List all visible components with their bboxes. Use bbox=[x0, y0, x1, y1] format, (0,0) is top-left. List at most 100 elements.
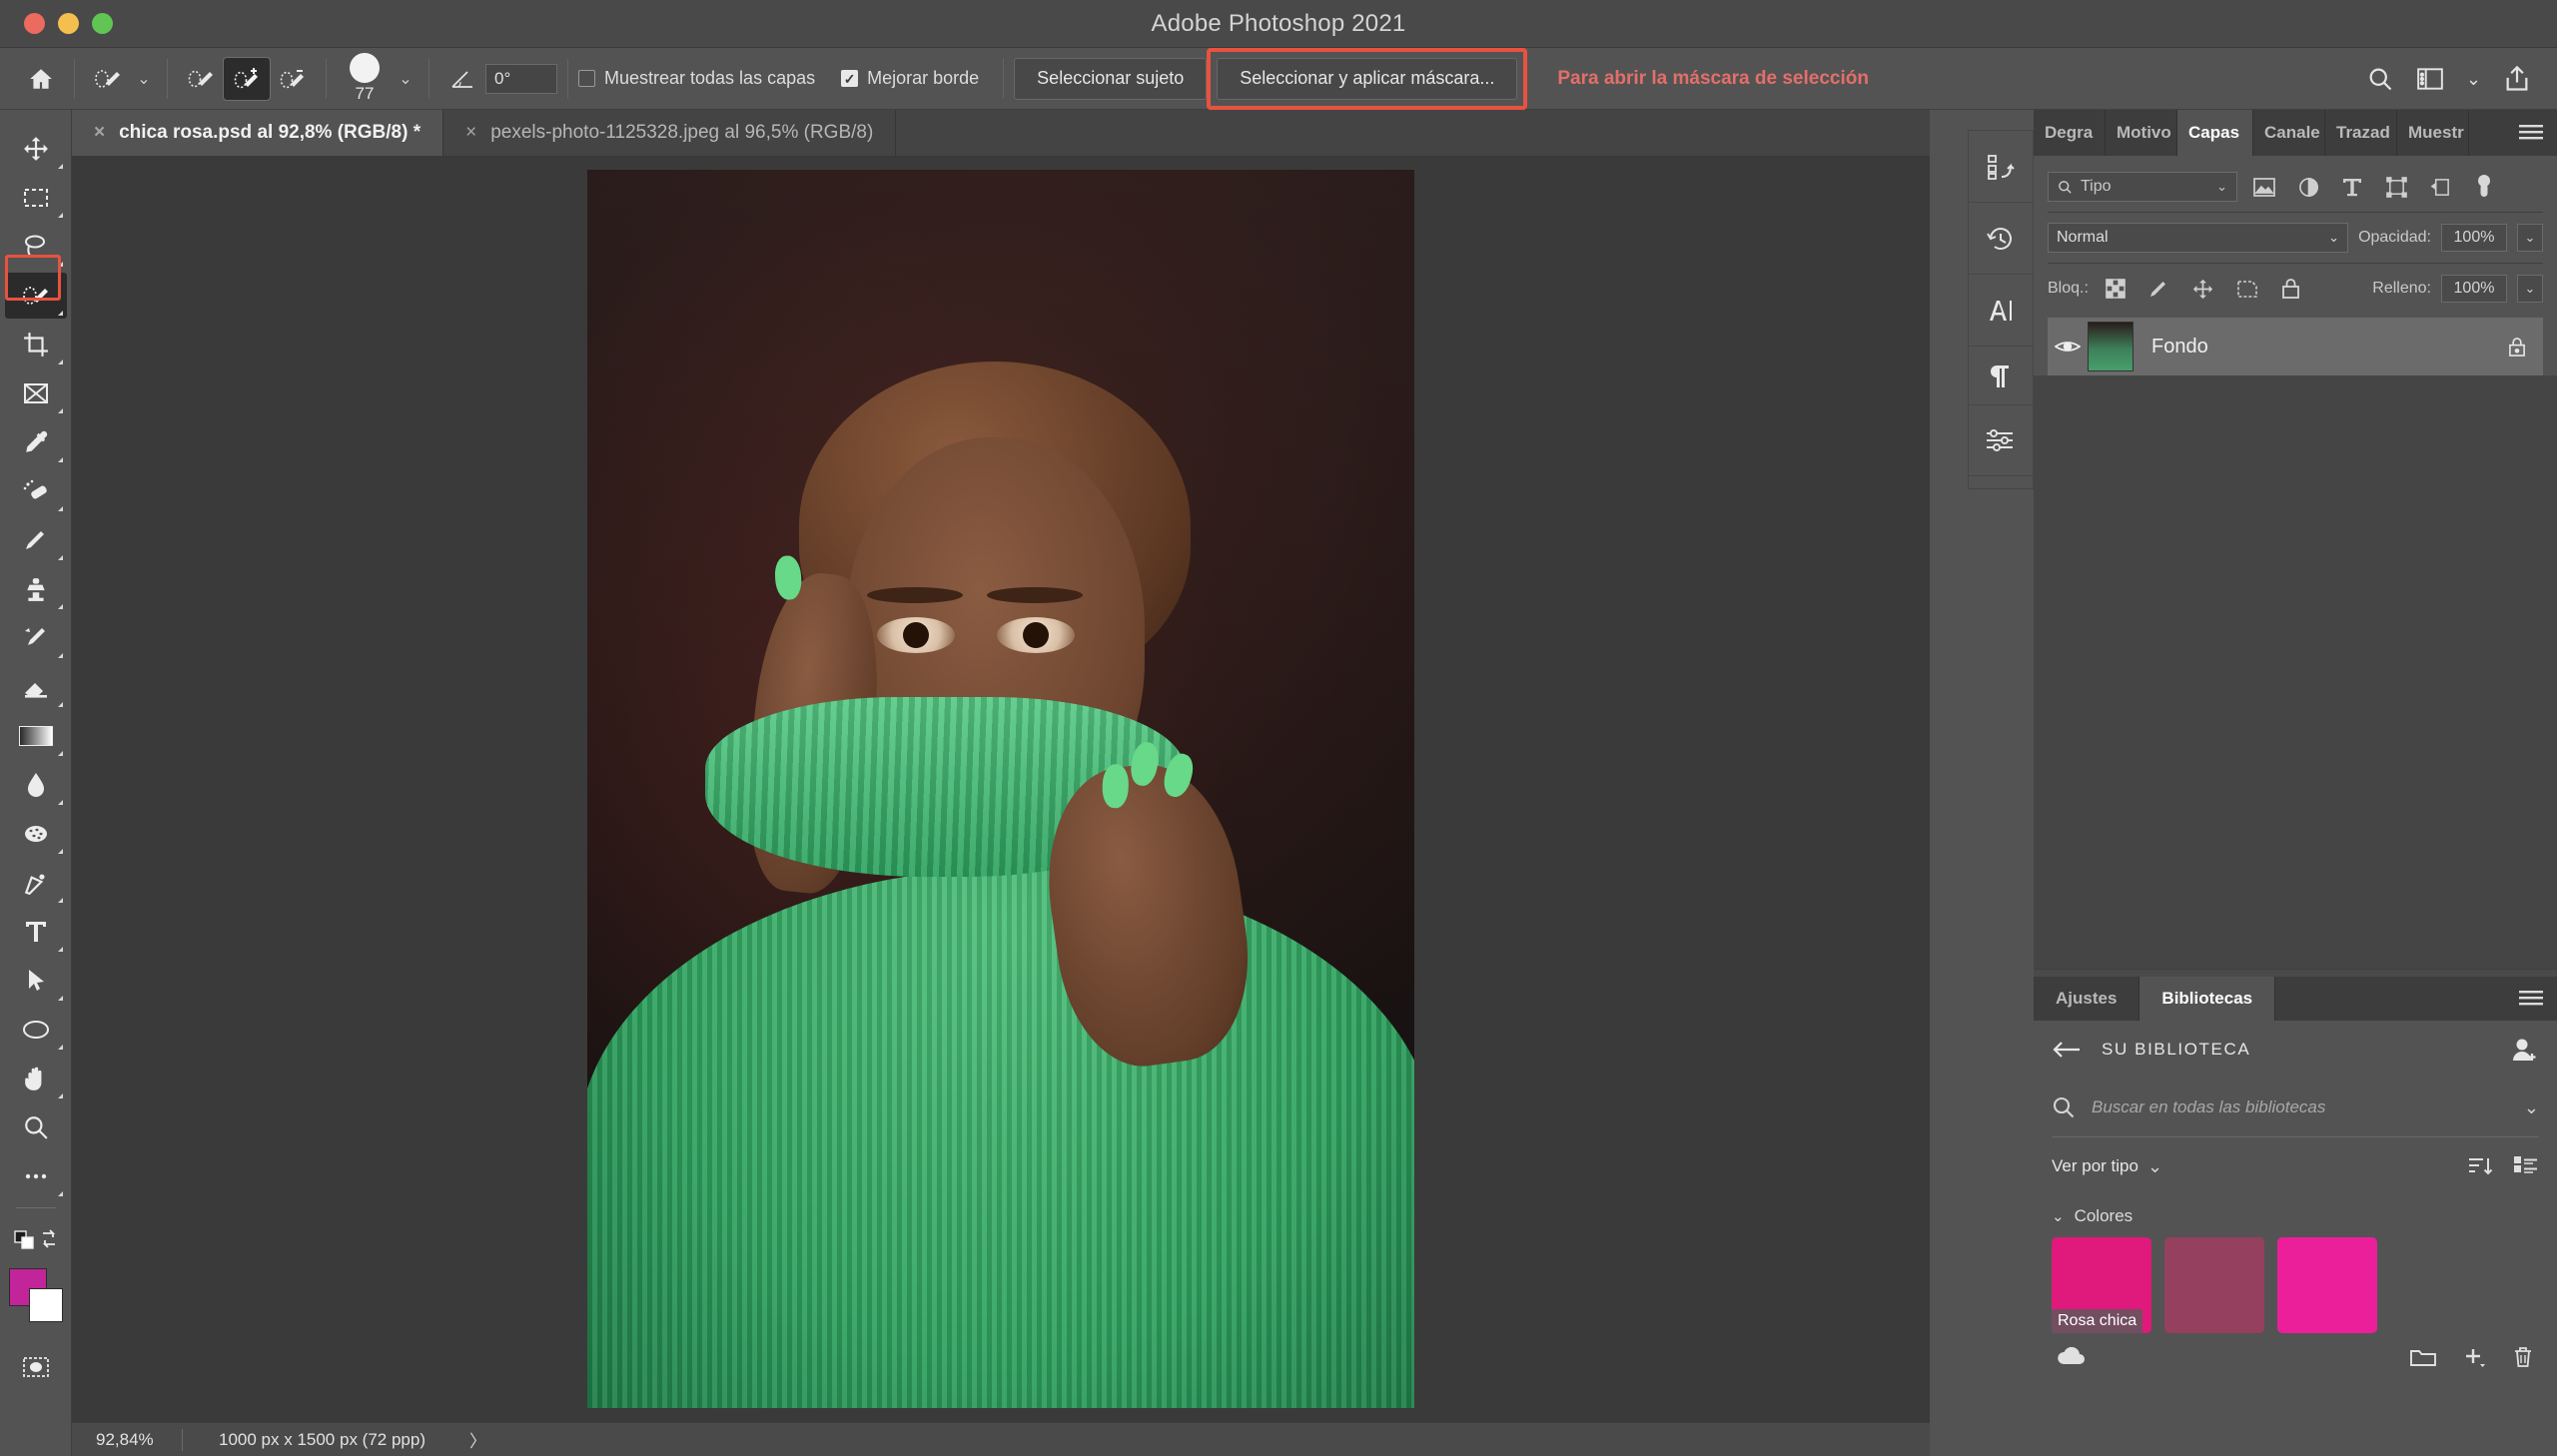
document-canvas[interactable] bbox=[587, 170, 1414, 1408]
view-by-label[interactable]: Ver por tipo bbox=[2052, 1156, 2138, 1176]
chevron-down-icon[interactable]: ⌄ bbox=[2147, 1156, 2162, 1177]
tool-frame[interactable] bbox=[5, 370, 67, 416]
smart-object-filter-icon[interactable] bbox=[2423, 172, 2457, 202]
arrow-left-icon[interactable] bbox=[2052, 1040, 2082, 1060]
history-icon[interactable] bbox=[1969, 203, 2033, 275]
lock-artboard-icon[interactable] bbox=[2230, 274, 2264, 304]
layer-filter-select[interactable]: Tipo ⌄ bbox=[2048, 172, 2237, 202]
adjustment-filter-icon[interactable] bbox=[2291, 172, 2325, 202]
pixel-filter-icon[interactable] bbox=[2247, 172, 2281, 202]
tool-brush[interactable] bbox=[5, 517, 67, 563]
shape-filter-icon[interactable] bbox=[2379, 172, 2413, 202]
tool-hand[interactable] bbox=[5, 1056, 67, 1101]
tab-degradados[interactable]: Degra bbox=[2034, 110, 2106, 156]
layer-lock-icon[interactable] bbox=[2491, 337, 2543, 358]
tab-bibliotecas[interactable]: Bibliotecas bbox=[2139, 977, 2276, 1021]
colores-section-header[interactable]: ⌄ Colores bbox=[2052, 1195, 2539, 1237]
library-swatch-3[interactable] bbox=[2277, 1237, 2377, 1333]
brush-size-preview[interactable]: 77 bbox=[337, 53, 393, 104]
sort-icon[interactable] bbox=[2467, 1155, 2493, 1177]
tool-zoom[interactable] bbox=[5, 1104, 67, 1150]
selection-new-icon[interactable] bbox=[178, 58, 224, 100]
close-icon[interactable]: × bbox=[465, 122, 476, 144]
sample-all-layers-checkbox[interactable]: Muestrear todas las capas bbox=[578, 68, 815, 89]
chevron-down-icon[interactable]: ⌄ bbox=[2524, 1097, 2539, 1118]
document-tab-pexels[interactable]: × pexels-photo-1125328.jpeg al 96,5% (RG… bbox=[443, 110, 897, 156]
angle-input[interactable]: 0° bbox=[485, 63, 557, 94]
type-filter-icon[interactable] bbox=[2335, 172, 2369, 202]
layer-visibility-icon[interactable] bbox=[2048, 338, 2088, 356]
tool-edit-toolbar[interactable] bbox=[5, 1153, 67, 1199]
blend-mode-select[interactable]: Normal ⌄ bbox=[2048, 223, 2349, 253]
close-icon[interactable]: × bbox=[94, 122, 105, 144]
tab-muestras[interactable]: Muestr bbox=[2397, 110, 2469, 156]
tool-history-brush[interactable] bbox=[5, 615, 67, 661]
chevron-down-icon[interactable]: ⌄ bbox=[2216, 179, 2227, 195]
home-icon[interactable] bbox=[18, 58, 64, 100]
list-view-icon[interactable] bbox=[2513, 1155, 2539, 1177]
enhance-edge-checkbox[interactable]: Mejorar borde bbox=[841, 68, 979, 89]
tool-dodge[interactable] bbox=[5, 811, 67, 857]
fill-value[interactable]: 100% bbox=[2441, 275, 2507, 303]
tool-gradient[interactable] bbox=[5, 713, 67, 759]
library-swatch-2[interactable] bbox=[2164, 1237, 2264, 1333]
library-search-row[interactable]: Buscar en todas las bibliotecas ⌄ bbox=[2052, 1079, 2539, 1136]
lock-image-icon[interactable] bbox=[2142, 274, 2176, 304]
share-icon[interactable] bbox=[2503, 65, 2531, 93]
panel-menu-icon[interactable] bbox=[2505, 110, 2557, 156]
invite-user-icon[interactable] bbox=[2511, 1037, 2539, 1063]
workspace-icon[interactable] bbox=[2416, 66, 2444, 92]
tool-ellipse[interactable] bbox=[5, 1007, 67, 1053]
document-tab-chica-rosa[interactable]: × chica rosa.psd al 92,8% (RGB/8) * bbox=[72, 110, 444, 156]
opacity-value[interactable]: 100% bbox=[2441, 224, 2507, 252]
filter-toggle-icon[interactable] bbox=[2467, 172, 2501, 202]
library-search-input[interactable]: Buscar en todas las bibliotecas bbox=[2092, 1097, 2524, 1117]
new-group-icon[interactable] bbox=[2409, 1346, 2437, 1368]
quick-mask-toggle[interactable] bbox=[5, 1344, 67, 1390]
tab-motivos[interactable]: Motivo bbox=[2106, 110, 2177, 156]
tool-rectangular-marquee[interactable] bbox=[5, 175, 67, 221]
color-swatches[interactable] bbox=[9, 1268, 63, 1322]
tool-crop[interactable] bbox=[5, 322, 67, 367]
tool-move[interactable] bbox=[5, 126, 67, 172]
tool-eraser[interactable] bbox=[5, 664, 67, 710]
tool-path-selection[interactable] bbox=[5, 958, 67, 1004]
tool-blur[interactable] bbox=[5, 762, 67, 808]
quick-selection-tool-icon[interactable] bbox=[85, 58, 131, 100]
cloud-sync-icon[interactable] bbox=[2056, 1346, 2086, 1368]
search-icon[interactable] bbox=[2366, 65, 2394, 93]
tab-trazados[interactable]: Trazad bbox=[2325, 110, 2397, 156]
select-and-mask-button[interactable]: Seleccionar y aplicar máscara... bbox=[1217, 57, 1518, 100]
properties-icon[interactable] bbox=[1969, 404, 2033, 476]
background-color-swatch[interactable] bbox=[29, 1288, 63, 1322]
lock-all-icon[interactable] bbox=[2274, 274, 2308, 304]
delete-icon[interactable] bbox=[2511, 1345, 2535, 1369]
chevron-down-icon[interactable]: ⌄ bbox=[2466, 69, 2481, 90]
tab-ajustes[interactable]: Ajustes bbox=[2034, 977, 2140, 1021]
library-swatch-rosa-chica[interactable]: Rosa chica bbox=[2052, 1237, 2151, 1333]
table-row[interactable]: Fondo bbox=[2048, 318, 2543, 375]
checkbox-box[interactable] bbox=[578, 70, 595, 87]
tool-pen[interactable] bbox=[5, 860, 67, 906]
libraries-menu-icon[interactable] bbox=[2505, 977, 2557, 1021]
default-colors-icon[interactable] bbox=[5, 1216, 67, 1262]
tool-clone-stamp[interactable] bbox=[5, 566, 67, 612]
lock-position-icon[interactable] bbox=[2186, 274, 2220, 304]
lock-transparency-icon[interactable] bbox=[2099, 274, 2132, 304]
paragraph-icon[interactable] bbox=[1969, 347, 2033, 404]
canvas-area[interactable] bbox=[72, 156, 1930, 1422]
selection-add-icon[interactable] bbox=[223, 56, 271, 101]
fill-chevron-icon[interactable]: ⌄ bbox=[2517, 275, 2543, 303]
chevron-down-icon[interactable]: ⌄ bbox=[131, 69, 157, 89]
tool-type[interactable] bbox=[5, 909, 67, 955]
add-item-icon[interactable] bbox=[2461, 1345, 2487, 1369]
chevron-down-icon[interactable]: ⌄ bbox=[2052, 1207, 2065, 1225]
selection-subtract-icon[interactable] bbox=[270, 58, 316, 100]
tool-eyedropper[interactable] bbox=[5, 419, 67, 465]
checkbox-box[interactable] bbox=[841, 70, 859, 87]
tool-lasso[interactable] bbox=[5, 224, 67, 270]
layer-name[interactable]: Fondo bbox=[2133, 336, 2491, 359]
tab-canales[interactable]: Canale bbox=[2253, 110, 2325, 156]
character-icon[interactable] bbox=[1969, 275, 2033, 347]
opacity-chevron-icon[interactable]: ⌄ bbox=[2517, 224, 2543, 252]
